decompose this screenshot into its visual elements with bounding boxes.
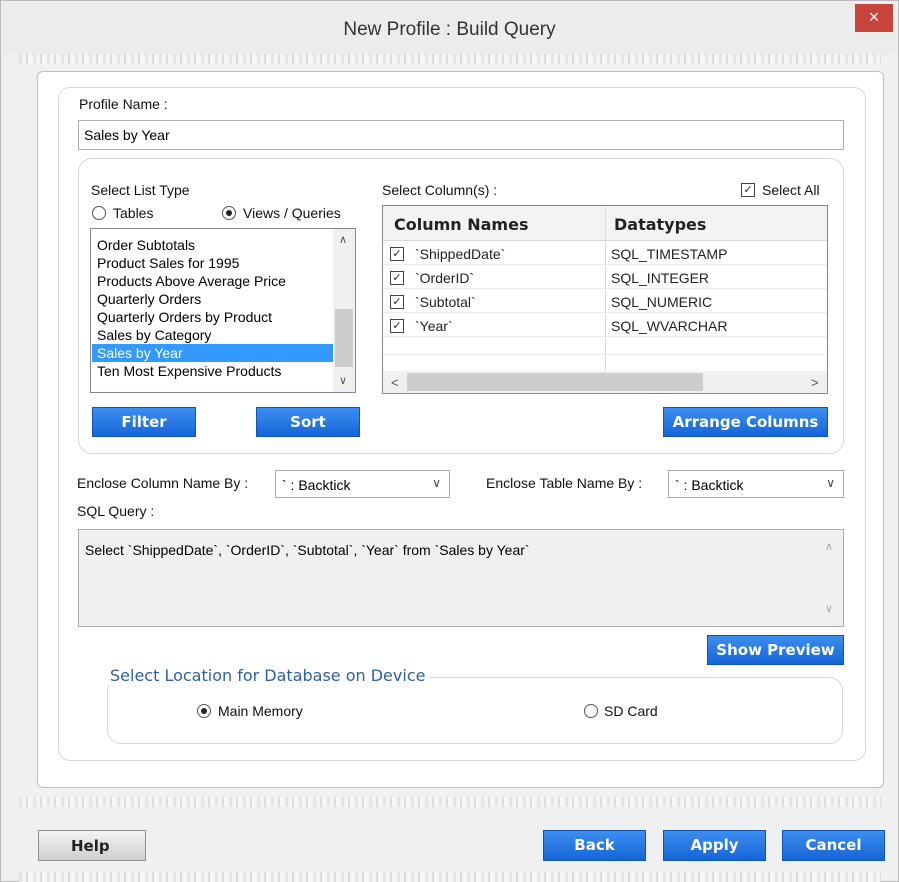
- columns-grid[interactable]: Column Names Datatypes ✓ `ShippedDate` S…: [382, 205, 828, 394]
- radio-tables[interactable]: [92, 206, 106, 220]
- column-name-cell: `ShippedDate`: [415, 246, 506, 262]
- radio-tables-label[interactable]: Tables: [113, 205, 153, 221]
- profile-name-input[interactable]: Sales by Year: [78, 120, 844, 150]
- list-item[interactable]: Product Sales for 1995: [92, 254, 333, 272]
- dialog-window: New Profile : Build Query × Profile Name…: [0, 0, 899, 882]
- chevron-down-icon: ∨: [826, 476, 835, 490]
- title-bar[interactable]: New Profile : Build Query ×: [2, 2, 897, 54]
- radio-sd-card-label[interactable]: SD Card: [604, 703, 658, 719]
- row-divider: [383, 312, 827, 313]
- back-button[interactable]: Back: [543, 830, 646, 861]
- list-item[interactable]: Order Subtotals: [92, 236, 333, 254]
- chevron-down-icon: ∨: [432, 476, 441, 490]
- enclose-column-select[interactable]: ` : Backtick ∨: [275, 470, 450, 498]
- listbox-scrollbar[interactable]: ∧ ∨: [333, 229, 355, 392]
- chevron-up-icon[interactable]: ∧: [339, 233, 347, 246]
- list-item[interactable]: Products Above Average Price: [92, 272, 333, 290]
- enclose-table-value: ` : Backtick: [675, 477, 744, 493]
- column-name-cell: `OrderID`: [415, 270, 475, 286]
- sql-query-text: Select `ShippedDate`, `OrderID`, `Subtot…: [85, 542, 530, 558]
- row-divider: [383, 354, 827, 355]
- chevron-right-icon[interactable]: >: [811, 375, 819, 390]
- help-button[interactable]: Help: [38, 830, 146, 861]
- enclose-column-label: Enclose Column Name By :: [77, 475, 249, 491]
- chevron-down-icon[interactable]: ∨: [825, 602, 833, 615]
- enclose-column-value: ` : Backtick: [282, 477, 351, 493]
- datatype-cell: SQL_WVARCHAR: [611, 318, 728, 334]
- list-item[interactable]: Sales by Category: [92, 326, 333, 344]
- row-checkbox[interactable]: ✓: [390, 319, 404, 333]
- select-all-checkbox[interactable]: ✓: [741, 183, 755, 197]
- list-item[interactable]: Ten Most Expensive Products: [92, 362, 333, 380]
- profile-name-value: Sales by Year: [84, 127, 170, 143]
- chevron-down-icon[interactable]: ∨: [339, 374, 347, 387]
- decorative-divider: [19, 797, 881, 807]
- row-divider: [383, 288, 827, 289]
- radio-sd-card[interactable]: [584, 704, 598, 718]
- datatype-cell: SQL_NUMERIC: [611, 294, 713, 310]
- list-item[interactable]: Quarterly Orders: [92, 290, 333, 308]
- apply-button[interactable]: Apply: [663, 830, 766, 861]
- columns-label: Select Column(s) :: [382, 182, 498, 198]
- row-checkbox[interactable]: ✓: [390, 295, 404, 309]
- location-group-title: Select Location for Database on Device: [105, 666, 431, 685]
- enclose-table-label: Enclose Table Name By :: [486, 475, 643, 491]
- sql-query-textarea[interactable]: Select `ShippedDate`, `OrderID`, `Subtot…: [78, 529, 844, 627]
- close-icon: ×: [868, 7, 880, 27]
- column-name-cell: `Year`: [415, 318, 453, 334]
- sql-query-label: SQL Query :: [77, 503, 155, 519]
- decorative-divider: [19, 54, 881, 64]
- row-checkbox[interactable]: ✓: [390, 247, 404, 261]
- column-separator: [605, 206, 606, 372]
- sort-button[interactable]: Sort: [256, 407, 360, 437]
- radio-views-queries-label[interactable]: Views / Queries: [243, 205, 341, 221]
- scrollbar-thumb[interactable]: [407, 373, 703, 391]
- radio-main-memory[interactable]: [197, 704, 211, 718]
- window-title: New Profile : Build Query: [343, 19, 556, 40]
- chevron-left-icon[interactable]: <: [391, 375, 399, 390]
- scrollbar-thumb[interactable]: [335, 309, 353, 367]
- chevron-up-icon[interactable]: ∧: [825, 540, 833, 553]
- column-name-cell: `Subtotal`: [415, 294, 476, 310]
- datatype-cell: SQL_INTEGER: [611, 270, 710, 286]
- decorative-divider: [19, 872, 881, 882]
- enclose-table-select[interactable]: ` : Backtick ∨: [668, 470, 844, 498]
- list-type-label: Select List Type: [91, 182, 190, 198]
- arrange-columns-button[interactable]: Arrange Columns: [663, 407, 828, 437]
- grid-horizontal-scrollbar[interactable]: < >: [383, 371, 827, 393]
- radio-views-queries[interactable]: [222, 206, 236, 220]
- profile-name-label: Profile Name :: [79, 96, 168, 112]
- datatypes-header[interactable]: Datatypes: [614, 215, 706, 234]
- datatype-cell: SQL_TIMESTAMP: [611, 246, 728, 262]
- row-checkbox[interactable]: ✓: [390, 271, 404, 285]
- radio-main-memory-label[interactable]: Main Memory: [218, 703, 303, 719]
- show-preview-button[interactable]: Show Preview: [707, 635, 844, 665]
- close-button[interactable]: ×: [855, 4, 893, 32]
- select-all-label[interactable]: Select All: [762, 182, 820, 198]
- row-divider: [383, 264, 827, 265]
- views-listbox[interactable]: Order Subtotals Product Sales for 1995 P…: [90, 228, 356, 393]
- filter-button[interactable]: Filter: [92, 407, 196, 437]
- list-item-selected[interactable]: Sales by Year: [92, 344, 333, 362]
- list-item[interactable]: Quarterly Orders by Product: [92, 308, 333, 326]
- row-divider: [383, 336, 827, 337]
- column-names-header[interactable]: Column Names: [394, 215, 528, 234]
- cancel-button[interactable]: Cancel: [782, 830, 885, 861]
